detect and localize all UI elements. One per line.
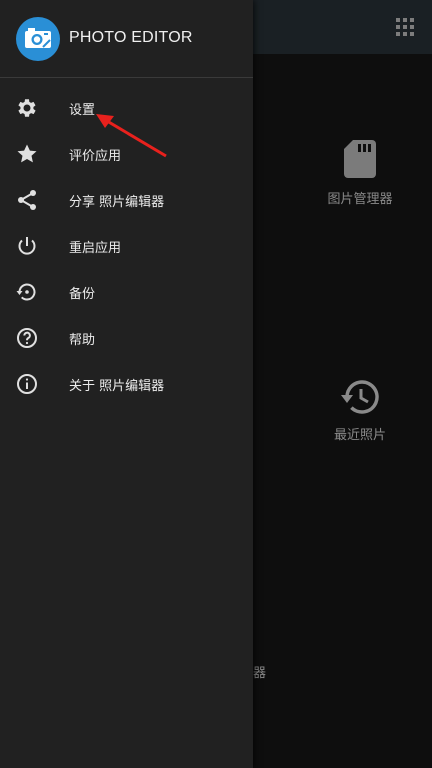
photo-manager-tile[interactable]: 图片管理器	[318, 140, 402, 207]
help-icon	[17, 328, 37, 348]
grid-menu-icon[interactable]	[396, 18, 414, 36]
menu-label-about: 关于 照片编辑器	[69, 378, 165, 394]
sd-card-icon	[344, 140, 376, 178]
menu-item-share[interactable]: 分享 照片编辑器	[0, 177, 253, 223]
gear-icon	[18, 99, 36, 117]
backup-restore-icon	[16, 283, 36, 301]
menu-item-about[interactable]: 关于 照片编辑器	[0, 361, 253, 407]
annotation-arrow	[96, 114, 167, 158]
menu-item-help[interactable]: 帮助	[0, 315, 253, 361]
partial-label: 器	[253, 666, 267, 681]
star-icon	[17, 144, 37, 163]
history-icon	[341, 380, 379, 414]
menu-label-restart: 重启应用	[69, 240, 122, 256]
menu-item-backup[interactable]: 备份	[0, 269, 253, 315]
power-icon	[18, 237, 36, 255]
camera-icon	[25, 28, 51, 48]
recent-photos-tile[interactable]: 最近照片	[318, 380, 402, 443]
menu-item-restart[interactable]: 重启应用	[0, 223, 253, 269]
app-logo	[16, 17, 60, 61]
menu-label-backup: 备份	[69, 286, 96, 302]
menu-label-share: 分享 照片编辑器	[69, 194, 165, 210]
drawer-header: PHOTO EDITOR	[0, 0, 253, 78]
recent-photos-label: 最近照片	[333, 428, 386, 443]
app-title: PHOTO EDITOR	[69, 29, 193, 46]
info-icon	[17, 374, 37, 394]
share-icon	[18, 190, 36, 210]
photo-manager-label: 图片管理器	[327, 192, 393, 207]
menu-label-help: 帮助	[69, 332, 96, 348]
